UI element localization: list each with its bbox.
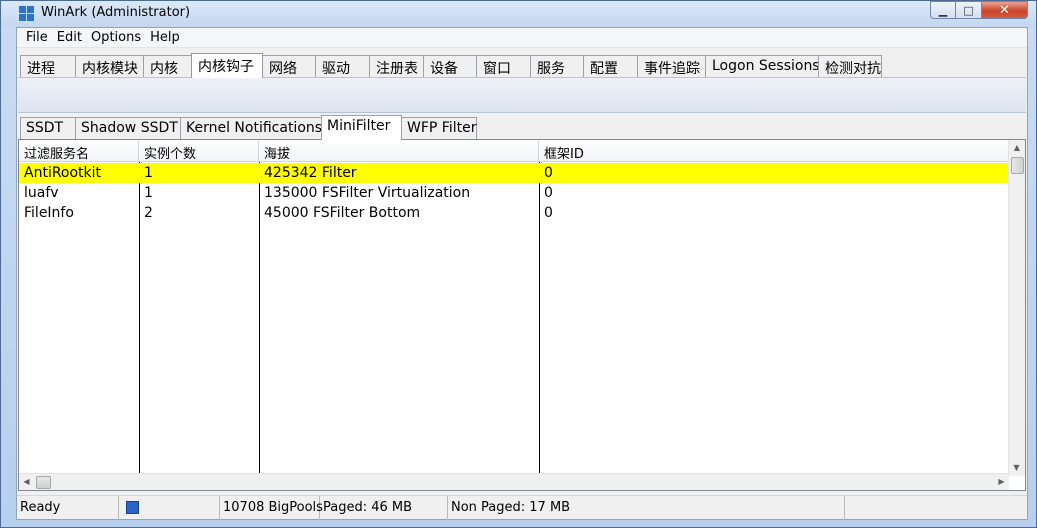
- tab-anti-detection[interactable]: 检测对抗: [818, 55, 882, 77]
- window-title: WinArk (Administrator): [41, 5, 191, 20]
- tab-wfp-filter[interactable]: WFP Filter: [401, 117, 477, 139]
- list-header: 过滤服务名 实例个数 海拔 框架ID: [19, 140, 1009, 162]
- horizontal-scrollbar[interactable]: ◀ ▶: [19, 473, 1009, 490]
- cell-altitude: 425342 Filter: [264, 165, 357, 181]
- windows-logo-icon: [19, 6, 34, 21]
- tab-services[interactable]: 服务: [530, 55, 584, 77]
- tab-windows[interactable]: 窗口: [476, 55, 531, 77]
- status-paged: Paged: 46 MB: [320, 496, 448, 520]
- close-icon: ✕: [999, 2, 1010, 18]
- status-empty: [845, 496, 1027, 520]
- cell-filter-name: FileInfo: [24, 205, 74, 221]
- cell-instance-count: 1: [144, 185, 153, 201]
- column-header-filter-name[interactable]: 过滤服务名: [19, 140, 139, 162]
- tab-registry[interactable]: 注册表: [369, 55, 424, 77]
- menu-file[interactable]: File: [23, 30, 54, 45]
- vertical-scrollbar[interactable]: ▲ ▼: [1008, 140, 1025, 476]
- tab-minifilter[interactable]: MiniFilter: [321, 115, 402, 140]
- status-indicator: [119, 496, 220, 520]
- scroll-right-arrow-icon[interactable]: ▶: [994, 474, 1009, 490]
- tab-devices[interactable]: 设备: [423, 55, 477, 77]
- cell-frame-id: 0: [544, 185, 553, 201]
- tab-network[interactable]: 网络: [262, 55, 316, 77]
- main-window: WinArk (Administrator) ▁ □ ✕ File Edit O…: [0, 0, 1037, 528]
- tab-config[interactable]: 配置: [583, 55, 638, 77]
- tab-kernel-modules[interactable]: 内核模块: [75, 55, 144, 77]
- scroll-left-arrow-icon[interactable]: ◀: [19, 474, 34, 490]
- cell-filter-name: luafv: [24, 185, 59, 201]
- scroll-up-arrow-icon[interactable]: ▲: [1009, 140, 1025, 156]
- status-bar: Ready 10708 BigPools Paged: 46 MB Non Pa…: [17, 495, 1027, 520]
- status-square-icon: [126, 501, 139, 514]
- tab-shadow-ssdt[interactable]: Shadow SSDT: [75, 117, 181, 139]
- table-row[interactable]: AntiRootkit 1 425342 Filter 0: [19, 163, 1009, 183]
- table-row[interactable]: luafv 1 135000 FSFilter Virtualization 0: [19, 183, 1009, 203]
- menu-help[interactable]: Help: [147, 30, 186, 45]
- tab-ssdt[interactable]: SSDT: [20, 117, 76, 139]
- column-header-frame-id[interactable]: 框架ID: [539, 140, 1009, 162]
- tab-process[interactable]: 进程: [20, 55, 76, 77]
- cell-filter-name: AntiRootkit: [24, 165, 102, 181]
- cell-altitude: 45000 FSFilter Bottom: [264, 205, 421, 221]
- minifilter-list[interactable]: 过滤服务名 实例个数 海拔 框架ID AntiRootkit 1 425342 …: [18, 139, 1026, 491]
- list-body: AntiRootkit 1 425342 Filter 0 luafv 1 13…: [19, 163, 1009, 223]
- cell-frame-id: 0: [544, 165, 553, 181]
- status-ready: Ready: [17, 496, 119, 520]
- status-nonpaged: Non Paged: 17 MB: [448, 496, 845, 520]
- tab-drivers[interactable]: 驱动: [315, 55, 370, 77]
- tab-kernel-hooks[interactable]: 内核钩子: [191, 53, 263, 78]
- tab-logon-sessions[interactable]: Logon Sessions: [705, 55, 820, 77]
- minimize-button[interactable]: ▁: [930, 1, 956, 19]
- cell-altitude: 135000 FSFilter Virtualization: [264, 185, 471, 201]
- column-header-altitude[interactable]: 海拔: [259, 140, 539, 162]
- menu-edit[interactable]: Edit: [54, 30, 88, 45]
- menu-bar: File Edit Options Help: [17, 28, 1027, 48]
- tab-kernel-notifications[interactable]: Kernel Notifications: [180, 117, 322, 139]
- main-tab-strip: 进程 内核模块 内核 内核钩子 网络 驱动 注册表 设备 窗口 服务 配置 事件…: [20, 53, 882, 78]
- cell-instance-count: 2: [144, 205, 153, 221]
- cell-instance-count: 1: [144, 165, 153, 181]
- tab-kernel[interactable]: 内核: [143, 55, 192, 77]
- tab-event-trace[interactable]: 事件追踪: [637, 55, 706, 77]
- menu-options[interactable]: Options: [88, 30, 147, 45]
- cell-frame-id: 0: [544, 205, 553, 221]
- sub-tab-strip: SSDT Shadow SSDT Kernel Notifications Mi…: [20, 115, 477, 140]
- maximize-icon: □: [963, 3, 974, 17]
- scroll-down-arrow-icon[interactable]: ▼: [1009, 460, 1024, 476]
- minimize-icon: ▁: [938, 3, 948, 17]
- close-button[interactable]: ✕: [982, 1, 1028, 19]
- maximize-button[interactable]: □: [956, 1, 982, 19]
- client-area: File Edit Options Help 进程 内核模块 内核 内核钩子 网…: [16, 27, 1028, 520]
- column-header-instance-count[interactable]: 实例个数: [139, 140, 259, 162]
- vertical-scroll-thumb[interactable]: [1011, 157, 1024, 174]
- status-bigpools: 10708 BigPools: [220, 496, 323, 520]
- table-row[interactable]: FileInfo 2 45000 FSFilter Bottom 0: [19, 203, 1009, 223]
- horizontal-scroll-thumb[interactable]: [36, 476, 51, 489]
- title-bar[interactable]: WinArk (Administrator) ▁ □ ✕: [1, 1, 1036, 27]
- toolbar-band: [18, 77, 1026, 113]
